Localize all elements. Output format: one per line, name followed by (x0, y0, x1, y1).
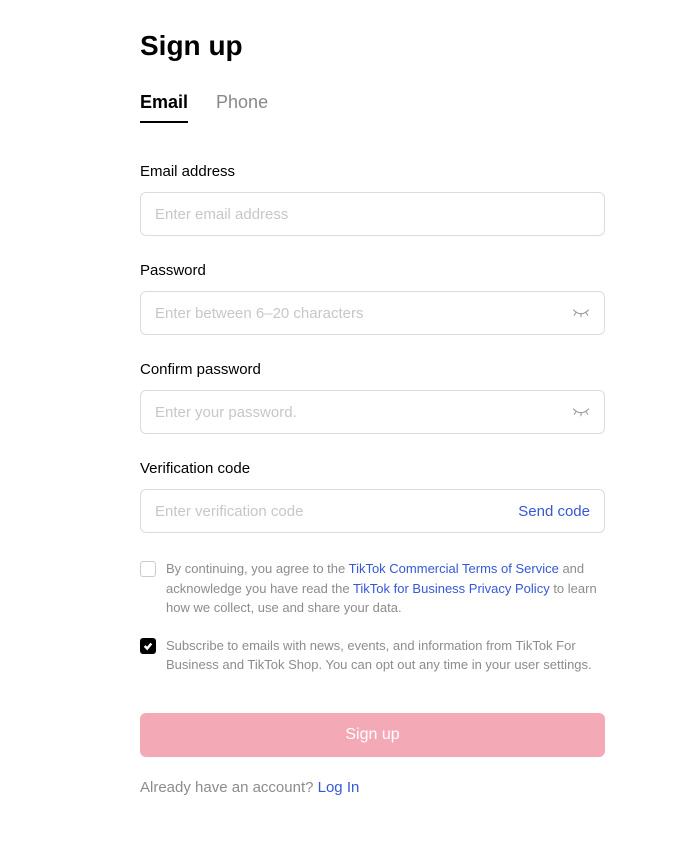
login-prompt-row: Already have an account? Log In (140, 779, 605, 796)
email-input[interactable] (141, 193, 604, 235)
confirm-password-group: Confirm password (140, 361, 605, 434)
confirm-password-label: Confirm password (140, 361, 605, 378)
terms-row: By continuing, you agree to the TikTok C… (140, 559, 605, 618)
confirm-password-input-wrapper (140, 390, 605, 434)
terms-checkbox[interactable] (140, 561, 156, 577)
verification-code-label: Verification code (140, 460, 605, 477)
send-code-button[interactable]: Send code (504, 503, 604, 520)
eye-closed-icon[interactable] (558, 304, 604, 322)
email-group: Email address (140, 163, 605, 236)
signup-method-tabs: Email Phone (140, 92, 605, 123)
tab-phone[interactable]: Phone (216, 92, 268, 123)
verification-code-group: Verification code Send code (140, 460, 605, 533)
password-input-wrapper (140, 291, 605, 335)
subscribe-text: Subscribe to emails with news, events, a… (166, 636, 605, 675)
email-input-wrapper (140, 192, 605, 236)
terms-text-part1: By continuing, you agree to the (166, 561, 349, 576)
email-label: Email address (140, 163, 605, 180)
password-label: Password (140, 262, 605, 279)
tab-email[interactable]: Email (140, 92, 188, 123)
login-prompt-text: Already have an account? (140, 779, 318, 796)
privacy-policy-link[interactable]: TikTok for Business Privacy Policy (353, 581, 550, 596)
subscribe-row: Subscribe to emails with news, events, a… (140, 636, 605, 675)
terms-text: By continuing, you agree to the TikTok C… (166, 559, 605, 618)
confirm-password-input[interactable] (141, 391, 558, 433)
password-input[interactable] (141, 292, 558, 334)
page-title: Sign up (140, 30, 605, 62)
eye-closed-icon[interactable] (558, 403, 604, 421)
verification-code-input-wrapper: Send code (140, 489, 605, 533)
password-group: Password (140, 262, 605, 335)
subscribe-checkbox[interactable] (140, 638, 156, 654)
signup-button[interactable]: Sign up (140, 713, 605, 757)
verification-code-input[interactable] (141, 490, 504, 532)
login-link[interactable]: Log In (318, 779, 360, 796)
terms-of-service-link[interactable]: TikTok Commercial Terms of Service (349, 561, 559, 576)
